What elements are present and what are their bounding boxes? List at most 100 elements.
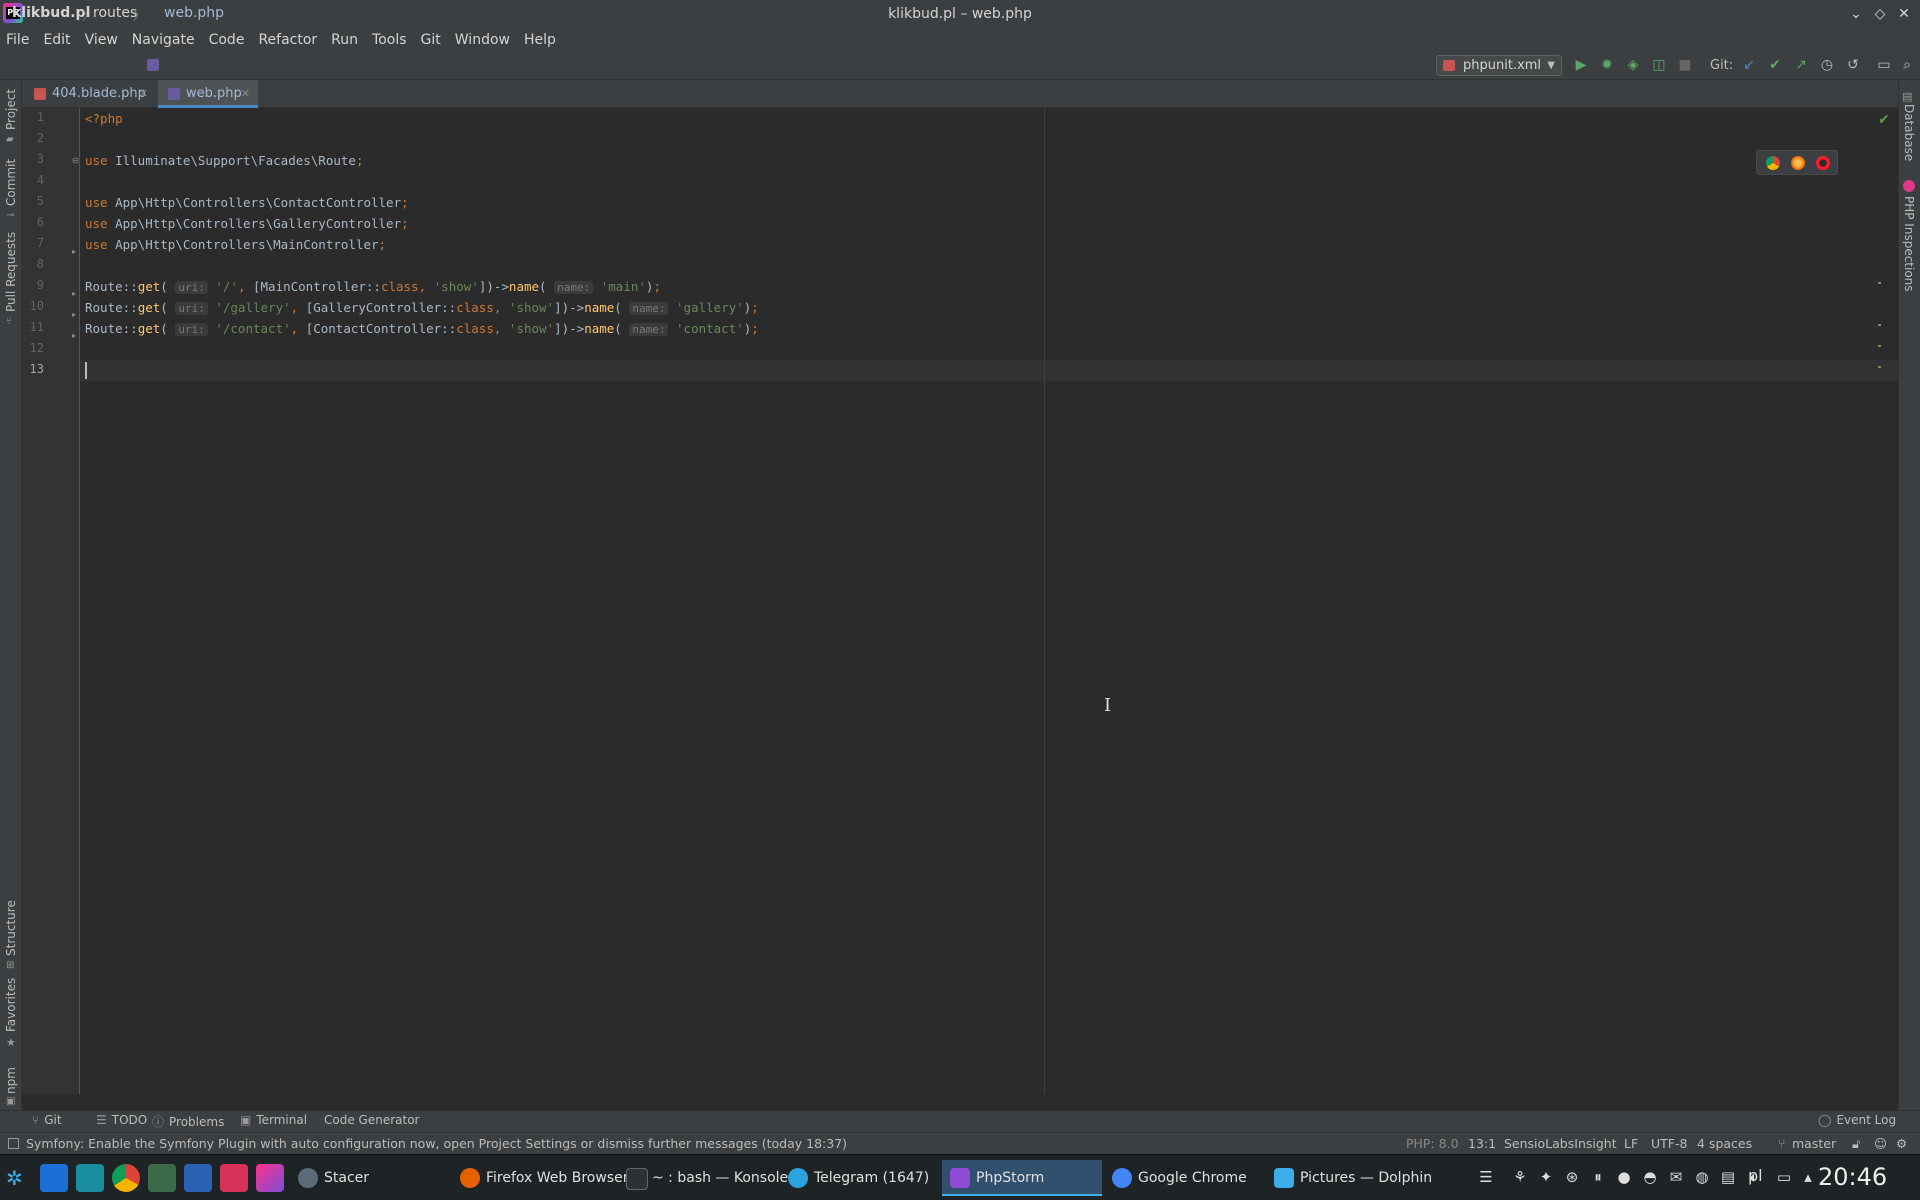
status-toggle-icon[interactable] <box>8 1138 19 1149</box>
tool-pull-requests[interactable]: Pull Requests <box>4 232 18 312</box>
tool-favorites[interactable]: Favorites <box>4 978 18 1032</box>
clock[interactable]: 20:46 <box>1818 1163 1887 1191</box>
fold-icon[interactable]: ⊟ <box>72 157 80 165</box>
task-phpstorm[interactable]: PhpStorm <box>942 1160 1102 1196</box>
minimize-icon[interactable]: ⌄ <box>1846 4 1866 24</box>
task-telegram[interactable]: Telegram (1647) <box>780 1160 940 1196</box>
tray-clipboard-icon[interactable]: ▤ <box>1718 1167 1738 1187</box>
screenshot-launcher-icon[interactable] <box>220 1164 248 1192</box>
tool-problems[interactable]: ⓘ Problems <box>152 1113 224 1130</box>
close-tab-icon[interactable]: ✕ <box>241 80 250 108</box>
tool-todo[interactable]: ☰ TODO <box>96 1113 147 1127</box>
status-message[interactable]: Symfony: Enable the Symfony Plugin with … <box>26 1136 847 1151</box>
search-everywhere-icon[interactable]: ⌕ <box>1898 56 1916 74</box>
menu-navigate[interactable]: Navigate <box>132 32 195 48</box>
code-editor[interactable] <box>80 108 1898 1094</box>
error-stripe-mark[interactable] <box>1878 282 1881 284</box>
git-push-icon[interactable]: ↗ <box>1792 56 1810 74</box>
tool-event-log[interactable]: ◯ Event Log <box>1818 1113 1896 1127</box>
menu-git[interactable]: Git <box>421 32 441 48</box>
sensiolabs-insight[interactable]: SensioLabsInsight <box>1504 1136 1617 1151</box>
opera-icon[interactable] <box>1816 156 1830 170</box>
tray-expand-icon[interactable]: ▴ <box>1798 1167 1818 1187</box>
file-encoding[interactable]: UTF-8 <box>1651 1136 1687 1151</box>
task-firefox[interactable]: Firefox Web Browser <box>452 1160 629 1196</box>
run-configuration-select[interactable]: phpunit.xml ▼ <box>1436 55 1562 76</box>
editor-launcher-icon[interactable] <box>184 1164 212 1192</box>
firefox-icon[interactable] <box>1791 156 1805 170</box>
tool-database[interactable]: Database <box>1902 104 1916 161</box>
lock-icon[interactable]: 🔓︎ <box>1852 1136 1860 1152</box>
profile-icon[interactable]: ◫ <box>1650 56 1668 74</box>
keyboard-layout[interactable]: pl <box>1748 1166 1763 1185</box>
phpstorm-launcher-icon[interactable] <box>256 1164 284 1192</box>
tool-npm[interactable]: npm <box>4 1067 18 1094</box>
chrome-icon[interactable] <box>1766 156 1780 170</box>
tray-notifications-icon[interactable]: ⚘ <box>1510 1167 1530 1187</box>
image-viewer-launcher-icon[interactable] <box>148 1164 176 1192</box>
tool-commit[interactable]: Commit <box>4 159 18 206</box>
menu-view[interactable]: View <box>85 32 118 48</box>
tab-web-php[interactable]: web.php ✕ <box>158 80 258 108</box>
stop-icon[interactable]: ■ <box>1676 56 1694 74</box>
menu-window[interactable]: Window <box>455 32 510 48</box>
menu-code[interactable]: Code <box>209 32 245 48</box>
menu-help[interactable]: Help <box>524 32 556 48</box>
history-icon[interactable]: ◷ <box>1818 56 1836 74</box>
git-commit-icon[interactable]: ✔ <box>1766 56 1784 74</box>
menu-run[interactable]: Run <box>331 32 358 48</box>
tray-menu-icon[interactable]: ☰ <box>1476 1167 1496 1187</box>
chrome-launcher-icon[interactable] <box>112 1164 140 1192</box>
tray-speed-icon[interactable]: ◓ <box>1640 1167 1660 1187</box>
line-separator[interactable]: LF <box>1624 1136 1638 1151</box>
tool-git[interactable]: ⑂ Git <box>32 1113 62 1127</box>
breadcrumb-folder[interactable]: routes <box>93 5 137 21</box>
tool-project[interactable]: Project <box>4 89 18 130</box>
debug-icon[interactable]: ✹ <box>1598 56 1616 74</box>
layout-icon[interactable]: ▭ <box>1875 56 1893 74</box>
menu-tools[interactable]: Tools <box>372 32 407 48</box>
task-dolphin[interactable]: Pictures — Dolphin <box>1266 1160 1432 1196</box>
tray-display-icon[interactable]: ▭ <box>1774 1167 1794 1187</box>
git-update-icon[interactable]: ↙ <box>1740 56 1758 74</box>
tray-pause-icon[interactable]: ⏸ <box>1588 1167 1608 1187</box>
settings-icon[interactable]: ⚙ <box>1896 1136 1907 1151</box>
maximize-icon[interactable]: ◇ <box>1870 4 1890 24</box>
tray-vpn-icon[interactable]: ⊛ <box>1562 1167 1582 1187</box>
task-stacer[interactable]: Stacer <box>290 1160 450 1196</box>
tab-404-blade[interactable]: 404.blade.php ✕ <box>24 80 156 108</box>
fold-icon[interactable]: ▸ <box>72 332 80 340</box>
error-stripe-mark[interactable] <box>1878 324 1881 326</box>
tool-terminal[interactable]: ▣ Terminal <box>240 1113 307 1127</box>
tool-code-generator[interactable]: Code Generator <box>324 1113 419 1127</box>
coverage-icon[interactable]: ◈ <box>1624 56 1642 74</box>
tray-network-icon[interactable]: ✦ <box>1536 1167 1556 1187</box>
menu-file[interactable]: File <box>6 32 29 48</box>
task-chrome[interactable]: Google Chrome <box>1104 1160 1264 1196</box>
no-problems-check-icon[interactable]: ✔ <box>1878 112 1890 128</box>
fold-icon[interactable]: ▸ <box>72 311 80 319</box>
indent-setting[interactable]: 4 spaces <box>1697 1136 1752 1151</box>
menu-edit[interactable]: Edit <box>43 32 70 48</box>
error-stripe-mark[interactable] <box>1878 366 1881 368</box>
tool-php-inspections[interactable]: PHP Inspections <box>1902 196 1916 292</box>
app-launcher-icon[interactable]: ✲ <box>6 1166 23 1190</box>
store-launcher-icon[interactable] <box>40 1164 68 1192</box>
breadcrumb-project[interactable]: klikbud.pl <box>12 5 90 21</box>
tray-mail-icon[interactable]: ✉ <box>1666 1167 1686 1187</box>
hector-icon[interactable]: ☺ <box>1874 1136 1887 1151</box>
fold-icon[interactable]: ▸ <box>72 290 80 298</box>
breadcrumb-file[interactable]: web.php <box>164 5 224 21</box>
tray-shield-icon[interactable]: ◍ <box>1692 1167 1712 1187</box>
error-stripe-mark[interactable] <box>1878 345 1881 347</box>
php-version[interactable]: PHP: 8.0 <box>1406 1136 1459 1151</box>
rollback-icon[interactable]: ↺ <box>1844 56 1862 74</box>
run-icon[interactable]: ▶ <box>1572 56 1590 74</box>
caret-position[interactable]: 13:1 <box>1468 1136 1496 1151</box>
tool-launcher-icon[interactable] <box>76 1164 104 1192</box>
close-icon[interactable]: ✕ <box>1894 4 1914 24</box>
close-tab-icon[interactable]: ✕ <box>139 80 148 108</box>
tray-record-icon[interactable]: ● <box>1614 1167 1634 1187</box>
git-branch[interactable]: master <box>1792 1136 1836 1151</box>
menu-refactor[interactable]: Refactor <box>258 32 317 48</box>
